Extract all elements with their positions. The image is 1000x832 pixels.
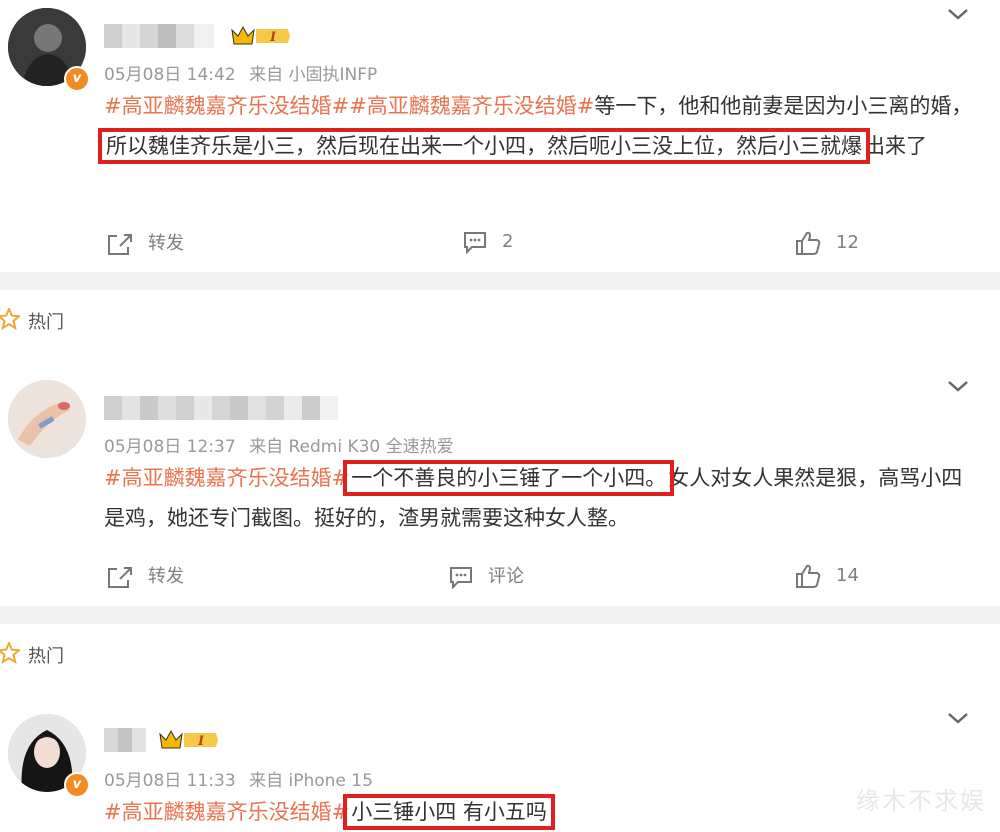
- verified-badge-icon: v: [64, 772, 90, 798]
- star-icon: [0, 308, 20, 330]
- hot-label: 热门: [28, 646, 64, 667]
- star-icon: [0, 642, 20, 664]
- comment-button[interactable]: 评论: [448, 562, 524, 590]
- username-blurred[interactable]: [104, 24, 214, 48]
- highlight-box: 小三锤小四 有小五吗: [343, 794, 555, 830]
- thumbs-up-icon: [796, 564, 821, 588]
- share-icon: [108, 567, 132, 588]
- avatar[interactable]: [8, 380, 86, 458]
- verified-badge-icon: v: [64, 66, 90, 92]
- comment-icon: [464, 232, 486, 255]
- share-icon: [108, 234, 132, 255]
- comment-card-2: 05月08日 12:37 来自 Redmi K30 全速热爱 #高亚麟魏嘉齐乐没…: [0, 350, 1000, 606]
- hot-section-header: 热门: [0, 290, 1000, 350]
- like-count: 12: [836, 232, 859, 253]
- topic-link[interactable]: #高亚麟魏嘉齐乐没结婚#: [104, 466, 349, 490]
- repost-button[interactable]: 转发: [106, 229, 184, 256]
- comment-button[interactable]: 2: [462, 230, 514, 255]
- chevron-down-icon[interactable]: [946, 710, 970, 726]
- topic-link[interactable]: #高亚麟魏嘉齐乐没结婚#: [104, 800, 349, 824]
- post-time: 05月08日 11:33: [104, 771, 236, 791]
- avatar-image: [8, 380, 86, 458]
- username-blurred[interactable]: [104, 728, 146, 752]
- hot-label: 热门: [28, 312, 64, 333]
- watermark-text: 缘木不求娱: [856, 787, 986, 815]
- repost-button[interactable]: 转发: [106, 562, 184, 589]
- section-divider: [0, 606, 1000, 624]
- username-blurred[interactable]: [104, 396, 338, 420]
- comment-label: 评论: [488, 566, 524, 587]
- highlight-box: 所以魏佳齐乐是小三，然后现在出来一个小四，然后呃小三没上位，然后小三就爆: [98, 128, 870, 164]
- comment-text: #高亚麟魏嘉齐乐没结婚#一个不善良的小三锤了一个小四。女人对女人果然是狠，高骂小…: [104, 458, 974, 538]
- post-meta: 05月08日 14:42 来自 小固执INFP: [104, 60, 385, 85]
- post-time: 05月08日 12:37: [104, 437, 236, 457]
- thumbs-up-icon: [796, 231, 821, 255]
- chevron-down-icon[interactable]: [946, 6, 970, 22]
- post-time: 05月08日 14:42: [104, 65, 236, 85]
- post-source[interactable]: 来自 iPhone 15: [249, 771, 373, 791]
- repost-label: 转发: [148, 233, 184, 254]
- comment-text: #高亚麟魏嘉齐乐没结婚#小三锤小四 有小五吗: [104, 792, 974, 832]
- comment-text: #高亚麟魏嘉齐乐没结婚##高亚麟魏嘉齐乐没结婚#等一下，他和他前妻是因为小三离的…: [98, 86, 974, 166]
- svg-text:I: I: [269, 30, 277, 45]
- member-crown-badge-icon: I: [159, 729, 218, 749]
- comment-card-3: v I 05月08日 11:33 来自 iPhone 15 #高亚麟魏嘉齐乐没结…: [0, 684, 1000, 832]
- hot-section-header: 热门: [0, 624, 1000, 684]
- comment-card-1: v I 05月08日 14:42 来自 小固执INFP #高亚麟魏嘉齐乐没结婚#…: [0, 0, 1000, 272]
- chevron-down-icon[interactable]: [946, 378, 970, 394]
- svg-text:I: I: [197, 734, 205, 749]
- post-meta: 05月08日 12:37 来自 Redmi K30 全速热爱: [104, 432, 462, 457]
- member-crown-badge-icon: I: [231, 25, 290, 45]
- section-divider: [0, 272, 1000, 290]
- topic-link[interactable]: #高亚麟魏嘉齐乐没结婚##高亚麟魏嘉齐乐没结婚#: [104, 94, 594, 118]
- post-source[interactable]: 来自 小固执INFP: [249, 65, 377, 85]
- highlight-box: 一个不善良的小三锤了一个小四。: [343, 460, 675, 496]
- post-meta: 05月08日 11:33 来自 iPhone 15: [104, 766, 381, 791]
- comment-text-part: 等一下，他和他前妻是因为小三离的婚，: [594, 94, 973, 118]
- repost-label: 转发: [148, 566, 184, 587]
- comment-icon: [450, 567, 472, 590]
- comment-count: 2: [502, 231, 514, 252]
- like-button[interactable]: 12: [794, 230, 859, 256]
- comment-text-part: 出来了: [864, 134, 927, 158]
- like-count: 14: [836, 565, 859, 586]
- like-button[interactable]: 14: [794, 563, 859, 589]
- post-source[interactable]: 来自 Redmi K30 全速热爱: [249, 437, 454, 457]
